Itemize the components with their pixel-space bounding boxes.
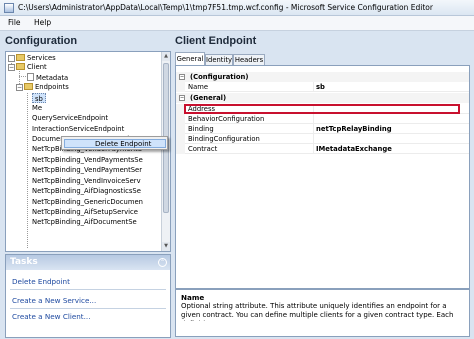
address-highlight-box — [184, 104, 460, 114]
tab-headers[interactable]: Headers — [233, 54, 265, 65]
tree-node-endpoint[interactable]: NetTcpBinding_AifDiagnosticsSe — [32, 186, 141, 196]
property-row-binding-configuration[interactable]: BindingConfiguration — [176, 134, 469, 144]
tree-node-endpoint[interactable]: Me — [32, 103, 42, 113]
tab-identity[interactable]: Identity — [205, 54, 233, 65]
client-endpoint-pane: Client Endpoint General Identity Headers… — [175, 35, 470, 338]
menu-bar: File Help — [0, 16, 474, 31]
tree-node-endpoint[interactable]: InteractionServiceEndpoint — [32, 124, 124, 134]
folder-icon — [16, 54, 25, 61]
description-text: Optional string attribute. This attribut… — [181, 302, 454, 321]
scroll-up-icon[interactable]: ▲ — [162, 52, 170, 61]
tab-general[interactable]: General — [175, 52, 205, 65]
property-row-name[interactable]: Name sb — [176, 82, 469, 92]
category-general[interactable]: − (General) — [176, 93, 469, 103]
services-expander[interactable] — [8, 55, 15, 62]
title-bar: C:\Users\Administrator\AppData\Local\Tem… — [0, 0, 474, 16]
tree-node-endpoints[interactable]: Endpoints — [24, 82, 69, 92]
configuration-heading: Configuration — [5, 35, 78, 47]
property-row-behavior-configuration[interactable]: BehaviorConfiguration — [176, 114, 469, 124]
property-row-binding[interactable]: Binding netTcpRelayBinding — [176, 124, 469, 134]
app-icon — [4, 3, 14, 13]
task-create-client[interactable]: Create a New Client... — [12, 312, 90, 321]
tree-node-endpoint[interactable]: NetTcpBinding_VendPaymentSer — [32, 165, 142, 175]
document-icon — [27, 73, 34, 81]
folder-icon — [24, 83, 33, 90]
scroll-down-icon[interactable]: ▼ — [162, 242, 170, 251]
configuration-tree: Services − Client Metadata − Endpoints s… — [5, 51, 171, 252]
description-title: Name — [181, 293, 205, 302]
collapse-icon[interactable]: − — [179, 95, 185, 101]
window-title: C:\Users\Administrator\AppData\Local\Tem… — [18, 3, 433, 12]
category-configuration[interactable]: − (Configuration) — [176, 72, 469, 82]
tree-node-endpoint[interactable]: QueryServiceEndpoint — [32, 113, 108, 123]
collapse-icon[interactable]: − — [179, 74, 185, 80]
tree-node-client[interactable]: Client — [16, 62, 47, 72]
folder-icon — [16, 63, 25, 70]
description-panel: Name Optional string attribute. This att… — [175, 289, 470, 337]
property-grid: − (Configuration) Name sb − (General) Add… — [175, 65, 470, 289]
configuration-pane: Configuration Services − Client Metadata… — [5, 35, 171, 338]
tree-node-endpoint[interactable]: NetTcpBinding_VendInvoiceServ — [32, 176, 141, 186]
task-create-service[interactable]: Create a New Service... — [12, 296, 96, 305]
tree-scrollbar[interactable]: ▲ ▼ — [161, 52, 170, 251]
tree-node-endpoint[interactable]: NetTcpBinding_AifSetupService — [32, 207, 138, 217]
context-delete-endpoint[interactable]: Delete Endpoint — [64, 139, 166, 148]
property-row-contract[interactable]: Contract IMetadataExchange — [176, 144, 469, 154]
tree-node-endpoint[interactable]: NetTcpBinding_VendPaymentsSe — [32, 155, 143, 165]
tasks-panel: Tasks ⌃ Delete Endpoint Create a New Ser… — [5, 254, 171, 338]
menu-help[interactable]: Help — [34, 18, 51, 27]
tree-node-endpoint[interactable]: NetTcpBinding_GenericDocumen — [32, 197, 143, 207]
tree-node-endpoint[interactable]: NetTcpBinding_AifDocumentSe — [32, 217, 137, 227]
menu-file[interactable]: File — [8, 18, 21, 27]
endpoints-expander[interactable]: − — [16, 84, 23, 91]
collapse-icon[interactable]: ⌃ — [158, 258, 167, 267]
client-expander[interactable]: − — [8, 64, 15, 71]
client-endpoint-heading: Client Endpoint — [175, 35, 257, 47]
tree-node-sb-selected[interactable]: sb — [32, 93, 46, 103]
task-delete-endpoint[interactable]: Delete Endpoint — [12, 277, 70, 286]
context-menu: Delete Endpoint — [61, 136, 168, 150]
tasks-heading: Tasks — [6, 255, 170, 270]
